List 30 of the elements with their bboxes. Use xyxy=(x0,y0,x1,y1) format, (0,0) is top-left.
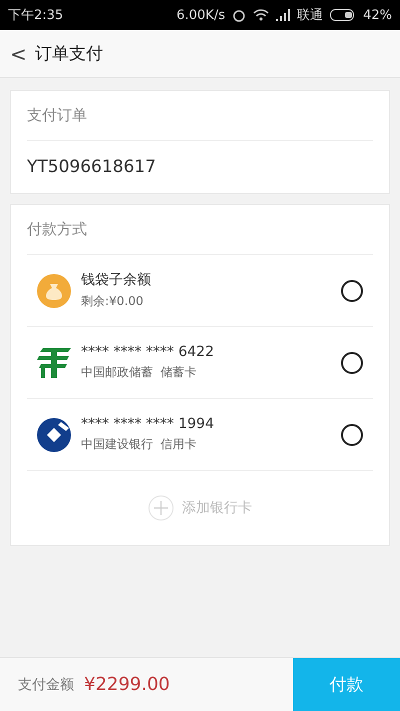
signal-icon xyxy=(276,9,290,21)
amount-label: 支付金额 xyxy=(18,676,74,694)
order-number: YT5096618617 xyxy=(27,156,157,179)
method-subtitle: 中国建设银行 信用卡 xyxy=(81,436,198,453)
money-bag-icon xyxy=(37,274,71,308)
status-time: 下午2:35 xyxy=(8,7,64,24)
payment-method[interactable]: 钱袋子余额 剩余:¥0.00 xyxy=(27,255,373,327)
plus-icon xyxy=(148,495,174,521)
battery-icon xyxy=(330,9,356,21)
battery-percent: 42% xyxy=(363,8,392,22)
radio-button[interactable] xyxy=(341,424,363,446)
section-label: 支付订单 xyxy=(27,91,373,141)
method-title: **** **** **** 6422 xyxy=(81,344,215,360)
network-speed: 6.00K/s xyxy=(176,8,226,22)
payment-method[interactable]: **** **** **** 1994 中国建设银行 信用卡 xyxy=(27,399,373,471)
method-subtitle: 剩余:¥0.00 xyxy=(81,293,144,310)
bank-logo-icon xyxy=(37,348,71,378)
carrier-name: 联通 xyxy=(297,7,324,24)
radio-button[interactable] xyxy=(341,280,363,302)
section-label: 付款方式 xyxy=(27,205,373,255)
payment-method[interactable]: **** **** **** 6422 中国邮政储蓄 储蓄卡 xyxy=(27,327,373,399)
bank-logo-icon xyxy=(37,418,71,452)
wifi-icon xyxy=(253,9,270,21)
back-button[interactable]: < xyxy=(10,42,27,66)
method-title: **** **** **** 1994 xyxy=(81,416,215,432)
amount-value: ¥2299.00 xyxy=(84,674,171,695)
method-title: 钱袋子余额 xyxy=(81,271,152,289)
radio-button[interactable] xyxy=(341,352,363,374)
page-title: 订单支付 xyxy=(34,43,103,65)
method-subtitle: 中国邮政储蓄 储蓄卡 xyxy=(81,364,198,381)
